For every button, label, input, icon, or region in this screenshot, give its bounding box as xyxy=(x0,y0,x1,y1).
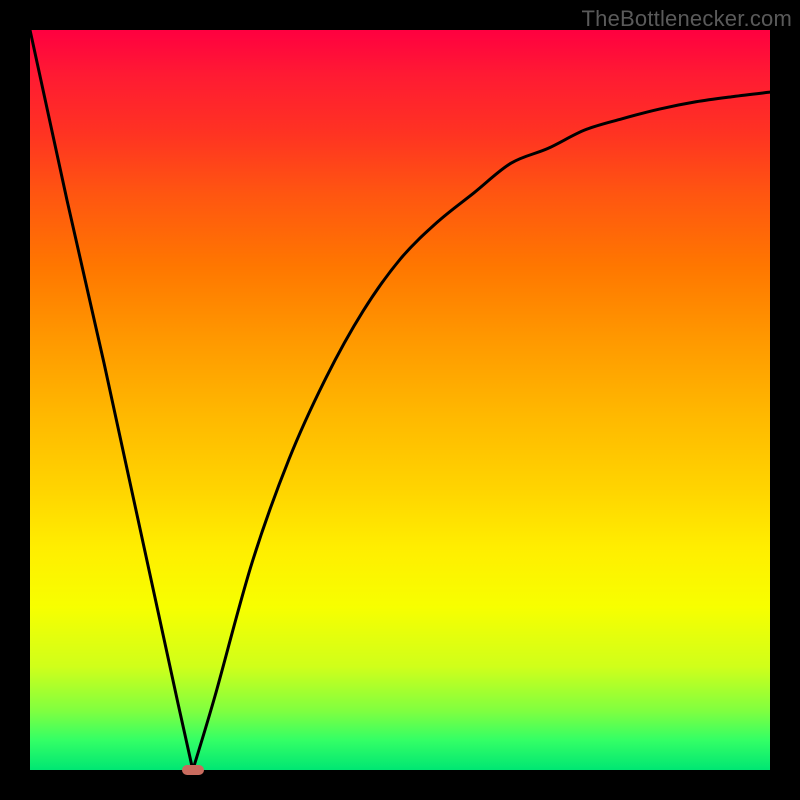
bottleneck-curve xyxy=(30,30,770,770)
plot-area xyxy=(30,30,770,770)
min-marker xyxy=(182,765,204,775)
attribution-label: TheBottlenecker.com xyxy=(582,6,792,32)
chart-frame: TheBottlenecker.com xyxy=(0,0,800,800)
